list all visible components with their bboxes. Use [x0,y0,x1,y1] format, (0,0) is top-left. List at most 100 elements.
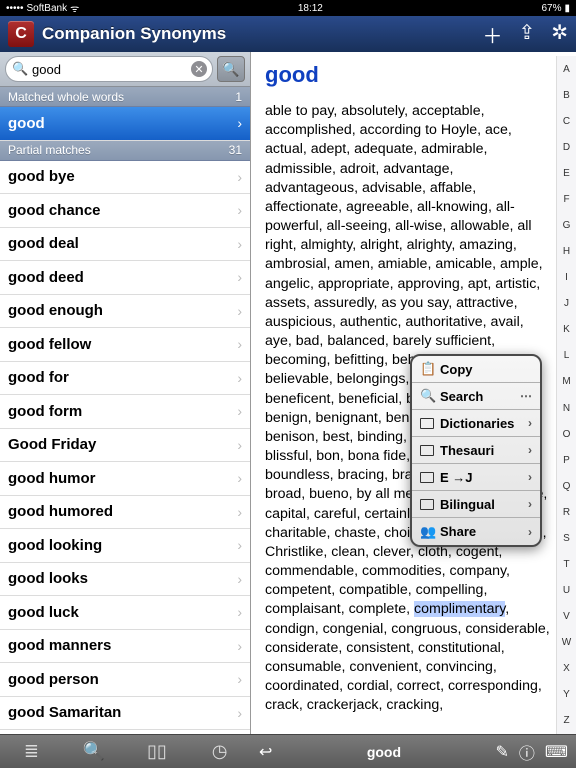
menu-thesauri[interactable]: Thesauri› [412,437,540,464]
menu-bilingual[interactable]: Bilingual› [412,491,540,518]
index-Z[interactable]: Z [556,708,576,734]
list-item[interactable]: good manners› [0,630,250,664]
app-header: C Companion Synonyms ＋ ⇪ ✲ [0,16,576,52]
footer: ≣ 🔍 ▯▯ ◷ ↩ good ✎ ⓘ ⌨ [0,734,576,768]
history-button[interactable]: ◷ [188,735,251,768]
edit-button[interactable]: ✎ [495,742,508,762]
index-A[interactable]: A [556,56,576,82]
chevron-right-icon: › [528,416,532,430]
list-item[interactable]: good humored› [0,496,250,530]
list-item[interactable]: good looks› [0,563,250,597]
app-title: Companion Synonyms [42,24,482,44]
list-item[interactable]: good bye› [0,161,250,195]
index-X[interactable]: X [556,656,576,682]
clear-search-button[interactable]: ✕ [191,61,207,77]
carrier-label: SoftBank [27,3,68,14]
status-bar: ••••• SoftBank ᯤ 18:12 67% ▮ [0,0,576,16]
list-item[interactable]: good humor› [0,462,250,496]
search-input[interactable]: 🔍 good ✕ [5,56,213,82]
index-R[interactable]: R [556,499,576,525]
chevron-right-icon: › [237,705,242,721]
index-D[interactable]: D [556,134,576,160]
index-H[interactable]: H [556,239,576,265]
signal-icon: ••••• [6,3,24,14]
index-Y[interactable]: Y [556,682,576,708]
list-item[interactable]: good fellow› [0,328,250,362]
wifi-icon: ᯤ [70,1,79,15]
footer-left: ≣ 🔍 ▯▯ ◷ [0,734,251,768]
search-bar: 🔍 good ✕ 🔍 [0,52,250,87]
index-G[interactable]: G [556,212,576,238]
chevron-right-icon: › [237,169,242,185]
index-O[interactable]: O [556,421,576,447]
menu-dictionaries[interactable]: Dictionaries› [412,410,540,437]
index-K[interactable]: K [556,317,576,343]
content-pane: good able to pay, absolutely, acceptable… [251,52,576,734]
chevron-right-icon: › [237,303,242,319]
list-item[interactable]: good form› [0,395,250,429]
footer-title: good [282,744,485,760]
search-go-button[interactable]: 🔍 [217,56,245,82]
menu-search[interactable]: 🔍Search⋯ [412,383,540,410]
index-E[interactable]: E [556,160,576,186]
list-item[interactable]: good deed› [0,261,250,295]
index-Q[interactable]: Q [556,473,576,499]
chevron-right-icon: › [237,571,242,587]
list-item[interactable]: Good Friday› [0,429,250,463]
index-I[interactable]: I [556,265,576,291]
list-item[interactable]: good deal› [0,228,250,262]
index-L[interactable]: L [556,343,576,369]
highlighted-word[interactable]: complimentary [414,601,505,617]
chevron-right-icon: › [237,370,242,386]
list-item[interactable]: good person› [0,663,250,697]
keyboard-button[interactable]: ⌨ [545,742,568,762]
index-S[interactable]: S [556,525,576,551]
chevron-right-icon: › [237,437,242,453]
sidebar: 🔍 good ✕ 🔍 Matched whole words 1 good › … [0,52,251,734]
chevron-right-icon: › [237,403,242,419]
search-tab-button[interactable]: 🔍 [63,735,126,768]
index-P[interactable]: P [556,447,576,473]
chevron-right-icon: › [237,202,242,218]
index-T[interactable]: T [556,551,576,577]
menu-button[interactable]: ≣ [0,735,63,768]
index-M[interactable]: M [556,369,576,395]
index-F[interactable]: F [556,186,576,212]
index-B[interactable]: B [556,82,576,108]
settings-button[interactable]: ✲ [551,20,568,49]
list-item-selected[interactable]: good › [0,107,250,141]
index-W[interactable]: W [556,630,576,656]
chevron-right-icon: › [237,336,242,352]
list-item[interactable]: good enough› [0,295,250,329]
index-U[interactable]: U [556,578,576,604]
alpha-index: ABCDEFGHIJKLMNOPQRSTUVWXYZ [556,52,576,734]
index-C[interactable]: C [556,108,576,134]
section-partial: Partial matches 31 [0,141,250,161]
share-button[interactable]: ⇪ [518,20,535,49]
chevron-right-icon: › [237,504,242,520]
bookmarks-button[interactable]: ▯▯ [126,735,189,768]
search-value: good [32,62,61,77]
search-icon: 🔍 [12,61,28,77]
index-N[interactable]: N [556,395,576,421]
chevron-right-icon: › [237,236,242,252]
context-menu: 📋Copy🔍Search⋯Dictionaries›Thesauri›E →J›… [410,354,542,547]
index-J[interactable]: J [556,291,576,317]
index-V[interactable]: V [556,604,576,630]
back-button[interactable]: ↩ [259,742,272,762]
add-button[interactable]: ＋ [482,20,502,49]
menu-share[interactable]: 👥Share› [412,518,540,545]
list-item[interactable]: good luck› [0,596,250,630]
chevron-right-icon: › [528,497,532,511]
list-item[interactable]: good Samaritan› [0,697,250,731]
info-button[interactable]: ⓘ [519,740,535,764]
list-item[interactable]: good looking› [0,529,250,563]
menu-copy[interactable]: 📋Copy [412,356,540,383]
chevron-right-icon: › [237,604,242,620]
chevron-right-icon: › [528,470,532,484]
chevron-right-icon: ⋯ [520,389,532,403]
list-item[interactable]: good for› [0,362,250,396]
menu-ej[interactable]: E →J› [412,464,540,491]
chevron-right-icon: › [237,537,242,553]
list-item[interactable]: good chance› [0,194,250,228]
